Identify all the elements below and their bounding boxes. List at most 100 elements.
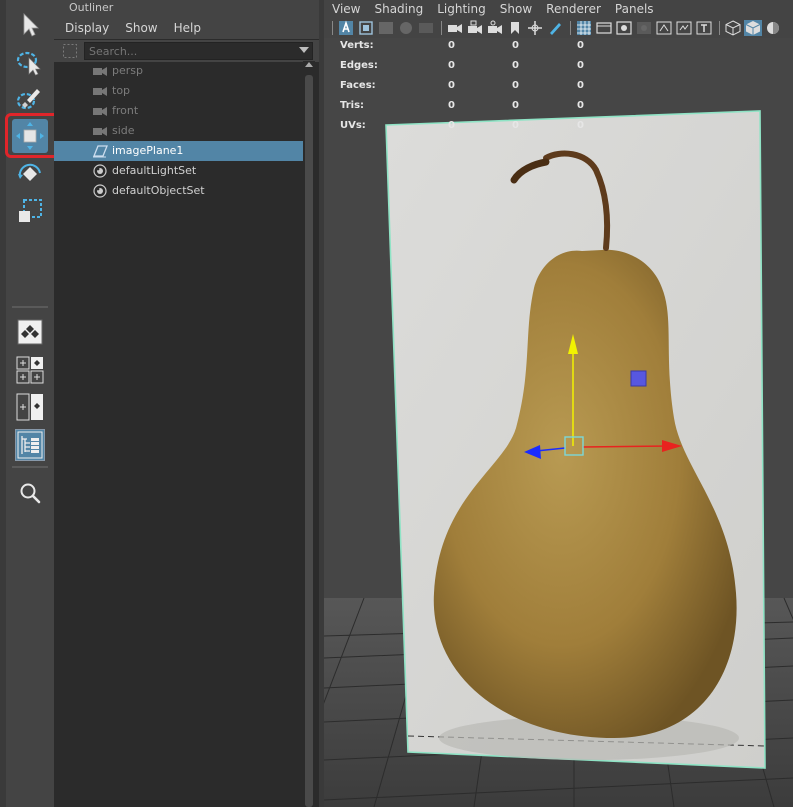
outliner-item-persp[interactable]: persp <box>54 61 303 81</box>
viewport-toolbar <box>324 18 793 38</box>
paint-select-tool-button[interactable] <box>12 82 48 116</box>
magnifier-icon <box>20 483 41 504</box>
field-chart-icon <box>656 21 672 35</box>
field-chart-button[interactable] <box>655 20 673 36</box>
single-pane-layout-icon <box>17 319 43 345</box>
safe-title-button[interactable] <box>695 20 713 36</box>
outliner-menu-display[interactable]: Display <box>65 21 109 35</box>
bookmark-flag-button[interactable] <box>506 20 524 36</box>
viewport-menu-shading[interactable]: Shading <box>374 2 423 16</box>
smooth-shade-button[interactable] <box>744 20 762 36</box>
outliner-item-top[interactable]: top <box>54 81 303 101</box>
toolbox-divider <box>12 306 48 308</box>
viewport-menu-renderer[interactable]: Renderer <box>546 2 601 16</box>
film-gate-button[interactable] <box>595 20 613 36</box>
camera-tumble-button[interactable] <box>486 20 504 36</box>
hud-label: UVs: <box>340 120 366 131</box>
camera-icon <box>448 24 462 33</box>
hud-value: 0 <box>512 60 519 71</box>
outliner-item-imageplane1[interactable]: imagePlane1 <box>54 141 303 161</box>
viewport-menu-panels[interactable]: Panels <box>615 2 654 16</box>
pivot-button[interactable] <box>526 20 544 36</box>
bookmark-icon <box>511 22 519 34</box>
camera-icon <box>93 67 107 76</box>
outliner-item-side[interactable]: side <box>54 121 303 141</box>
select-tool-button[interactable] <box>12 8 48 42</box>
grid-icon <box>577 21 591 35</box>
outliner-item-defaultlightset[interactable]: defaultLightSet <box>54 161 303 181</box>
gate-mask-button[interactable] <box>635 20 653 36</box>
hud-value: 0 <box>577 80 584 91</box>
lasso-tool-icon <box>16 51 41 76</box>
search-filter-button[interactable] <box>62 43 78 59</box>
two-pane-layout-button[interactable] <box>15 393 45 421</box>
image-plane-toggle[interactable] <box>377 20 395 36</box>
hud-value: 0 <box>448 100 455 111</box>
outliner-item-label: persp <box>112 64 143 77</box>
outliner-item-front[interactable]: front <box>54 101 303 121</box>
camera-attributes-icon <box>339 20 353 35</box>
outliner-item-defaultobjectset[interactable]: defaultObjectSet <box>54 181 303 201</box>
two-pane-layout-icon <box>16 393 43 421</box>
select-camera-button[interactable] <box>337 20 355 36</box>
wireframe-button[interactable] <box>724 20 742 36</box>
viewport-panel: View Shading Lighting Show Renderer Pane… <box>324 0 793 807</box>
outliner-scrollbar-thumb[interactable] <box>305 75 313 807</box>
outliner-title: Outliner <box>54 0 319 16</box>
single-pane-layout-button[interactable] <box>15 318 45 346</box>
select-tool-icon <box>23 13 39 37</box>
viewport-menu-view[interactable]: View <box>332 2 360 16</box>
hud-value: 0 <box>512 80 519 91</box>
grease-pencil-button[interactable] <box>397 20 415 36</box>
zoom-button[interactable] <box>12 476 48 510</box>
dashed-frame-icon <box>63 44 77 58</box>
viewport-3d[interactable]: Verts: 0 0 0 Edges: 0 0 0 Faces: 0 0 0 T… <box>324 38 793 807</box>
hud-value: 0 <box>577 40 584 51</box>
outliner-menu-help[interactable]: Help <box>174 21 201 35</box>
resolution-gate-button[interactable] <box>615 20 633 36</box>
hud-value: 0 <box>577 100 584 111</box>
set-icon <box>93 164 107 178</box>
outliner-panel: Outliner Display Show Help persp top <box>54 0 319 807</box>
outliner-layout-button[interactable] <box>15 429 45 461</box>
resolution-gate-icon <box>419 23 433 33</box>
scroll-up-arrow-icon[interactable] <box>305 62 313 67</box>
resolution-gate-toolbar-icon <box>616 21 632 35</box>
outliner-item-label: front <box>112 104 139 117</box>
hud-label: Faces: <box>340 80 376 91</box>
bookmark-button[interactable] <box>357 20 375 36</box>
pencil-button[interactable] <box>546 20 564 36</box>
grid-toggle-button[interactable] <box>575 20 593 36</box>
move-tool-button[interactable] <box>12 119 48 153</box>
set-icon <box>93 184 107 198</box>
camera-settings-button[interactable] <box>417 20 435 36</box>
toolbar-divider <box>719 21 720 35</box>
lasso-tool-button[interactable] <box>12 46 48 80</box>
toolbox <box>0 0 60 807</box>
camera-button[interactable] <box>446 20 464 36</box>
pencil-icon <box>550 23 561 35</box>
outliner-search-input[interactable] <box>84 42 313 60</box>
viewport-menu-lighting[interactable]: Lighting <box>437 2 486 16</box>
hud-value: 0 <box>448 60 455 71</box>
hud-value: 0 <box>512 120 519 131</box>
image-plane-icon <box>93 145 108 158</box>
frame-icon <box>359 21 373 35</box>
safe-action-button[interactable] <box>675 20 693 36</box>
film-gate-toolbar-icon <box>596 22 612 34</box>
camera-icon <box>93 87 107 96</box>
hud-value: 0 <box>512 100 519 111</box>
viewport-menu-show[interactable]: Show <box>500 2 532 16</box>
lighting-button[interactable] <box>764 20 782 36</box>
toolbar-divider <box>570 21 571 35</box>
move-tool-icon <box>16 122 44 150</box>
viewport-scene <box>324 110 793 807</box>
scale-tool-button[interactable] <box>12 194 48 228</box>
four-pane-layout-button[interactable] <box>15 356 45 384</box>
outliner-tree: persp top front side imagePlane1 default… <box>54 61 303 201</box>
camera-lock-button[interactable] <box>466 20 484 36</box>
gate-mask-icon <box>637 22 651 34</box>
outliner-menu-show[interactable]: Show <box>125 21 157 35</box>
search-dropdown-caret-icon[interactable] <box>299 47 309 53</box>
rotate-tool-button[interactable] <box>12 157 48 191</box>
